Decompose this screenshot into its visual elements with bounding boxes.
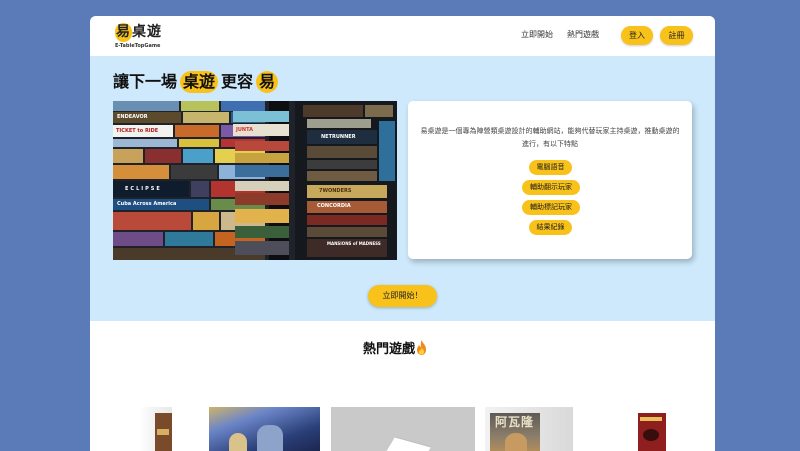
shelf-label-1: ENDEAVOR <box>117 114 148 120</box>
game-card[interactable]: 阿瓦隆 <box>485 407 573 451</box>
headline-highlight-1: 桌遊 <box>180 71 219 93</box>
intro-description: 易桌遊是一個專為陣營類桌遊設計的輔助網站，能夠代替玩家主持桌遊，推動桌遊的進行，… <box>420 127 680 148</box>
shelf-label-7: Cuba Across America <box>117 201 177 207</box>
shelf-label-3: JUNTA <box>236 127 253 133</box>
shelf-label-9: MANSIONS of MADNESS <box>327 241 381 246</box>
shelf-label-4: NETRUNNER <box>321 134 356 140</box>
site-header: 易桌遊 E-TableTopGame 立即開始 熱門遊戲 登入 註冊 <box>90 16 715 56</box>
fire-icon <box>417 340 427 355</box>
start-now-button[interactable]: 立即開始！ <box>368 285 437 307</box>
logo-subtitle: E-TableTopGame <box>115 43 161 49</box>
popular-games-title-text: 熱門遊戲 <box>363 342 416 357</box>
hero-section: 讓下一場 桌遊 更容易 ENDEAVOR TICKET to RIDE ECLI… <box>90 56 715 321</box>
nav-start-now[interactable]: 立即開始 <box>521 29 553 40</box>
headline-part2: 更容 <box>221 72 254 91</box>
game-card-title: 阿瓦隆 <box>495 415 535 429</box>
game-card[interactable] <box>209 407 320 451</box>
game-card[interactable] <box>635 407 670 451</box>
game-card[interactable] <box>139 407 172 451</box>
logo-mark: 易桌遊 <box>115 23 162 42</box>
shelf-label-6: 7WONDERS <box>319 188 352 194</box>
page-frame: 易桌遊 E-TableTopGame 立即開始 熱門遊戲 登入 註冊 讓下一場桌… <box>90 16 715 451</box>
headline-part1: 讓下一場 <box>113 72 178 91</box>
site-logo[interactable]: 易桌遊 E-TableTopGame <box>115 23 185 53</box>
feature-tag: 結果紀錄 <box>529 220 572 235</box>
register-button[interactable]: 註冊 <box>660 26 693 45</box>
logo-rest: 桌遊 <box>132 24 162 40</box>
board-game-shelf-image: ENDEAVOR TICKET to RIDE ECLIPSE Cuba Acr… <box>113 101 397 260</box>
shelf-label-8: CONCORDIA <box>317 203 351 209</box>
popular-games-title: 熱門遊戲 <box>363 338 428 357</box>
intro-card: 易桌遊是一個專為陣營類桌遊設計的輔助網站，能夠代替玩家主持桌遊，推動桌遊的進行，… <box>408 101 692 259</box>
feature-tag: 電腦語音 <box>529 160 572 175</box>
shelf-label-5: ECLIPSE <box>125 186 162 192</box>
game-card-placeholder[interactable] <box>331 407 475 451</box>
headline-highlight-2: 易 <box>256 71 279 93</box>
popular-games-section: 熱門遊戲 阿瓦隆 <box>90 321 715 451</box>
image-placeholder-icon <box>386 436 432 451</box>
feature-tag: 輔助翻示玩家 <box>522 180 580 195</box>
logo-highlight: 易 <box>115 23 132 42</box>
nav-popular-games[interactable]: 熱門遊戲 <box>567 29 599 40</box>
shelf-label-2: TICKET to RIDE <box>116 128 159 134</box>
feature-tag: 輔助標記玩家 <box>522 200 580 215</box>
hero-headline: 讓下一場 桌遊 更容易 <box>113 70 279 94</box>
login-button[interactable]: 登入 <box>621 26 653 45</box>
